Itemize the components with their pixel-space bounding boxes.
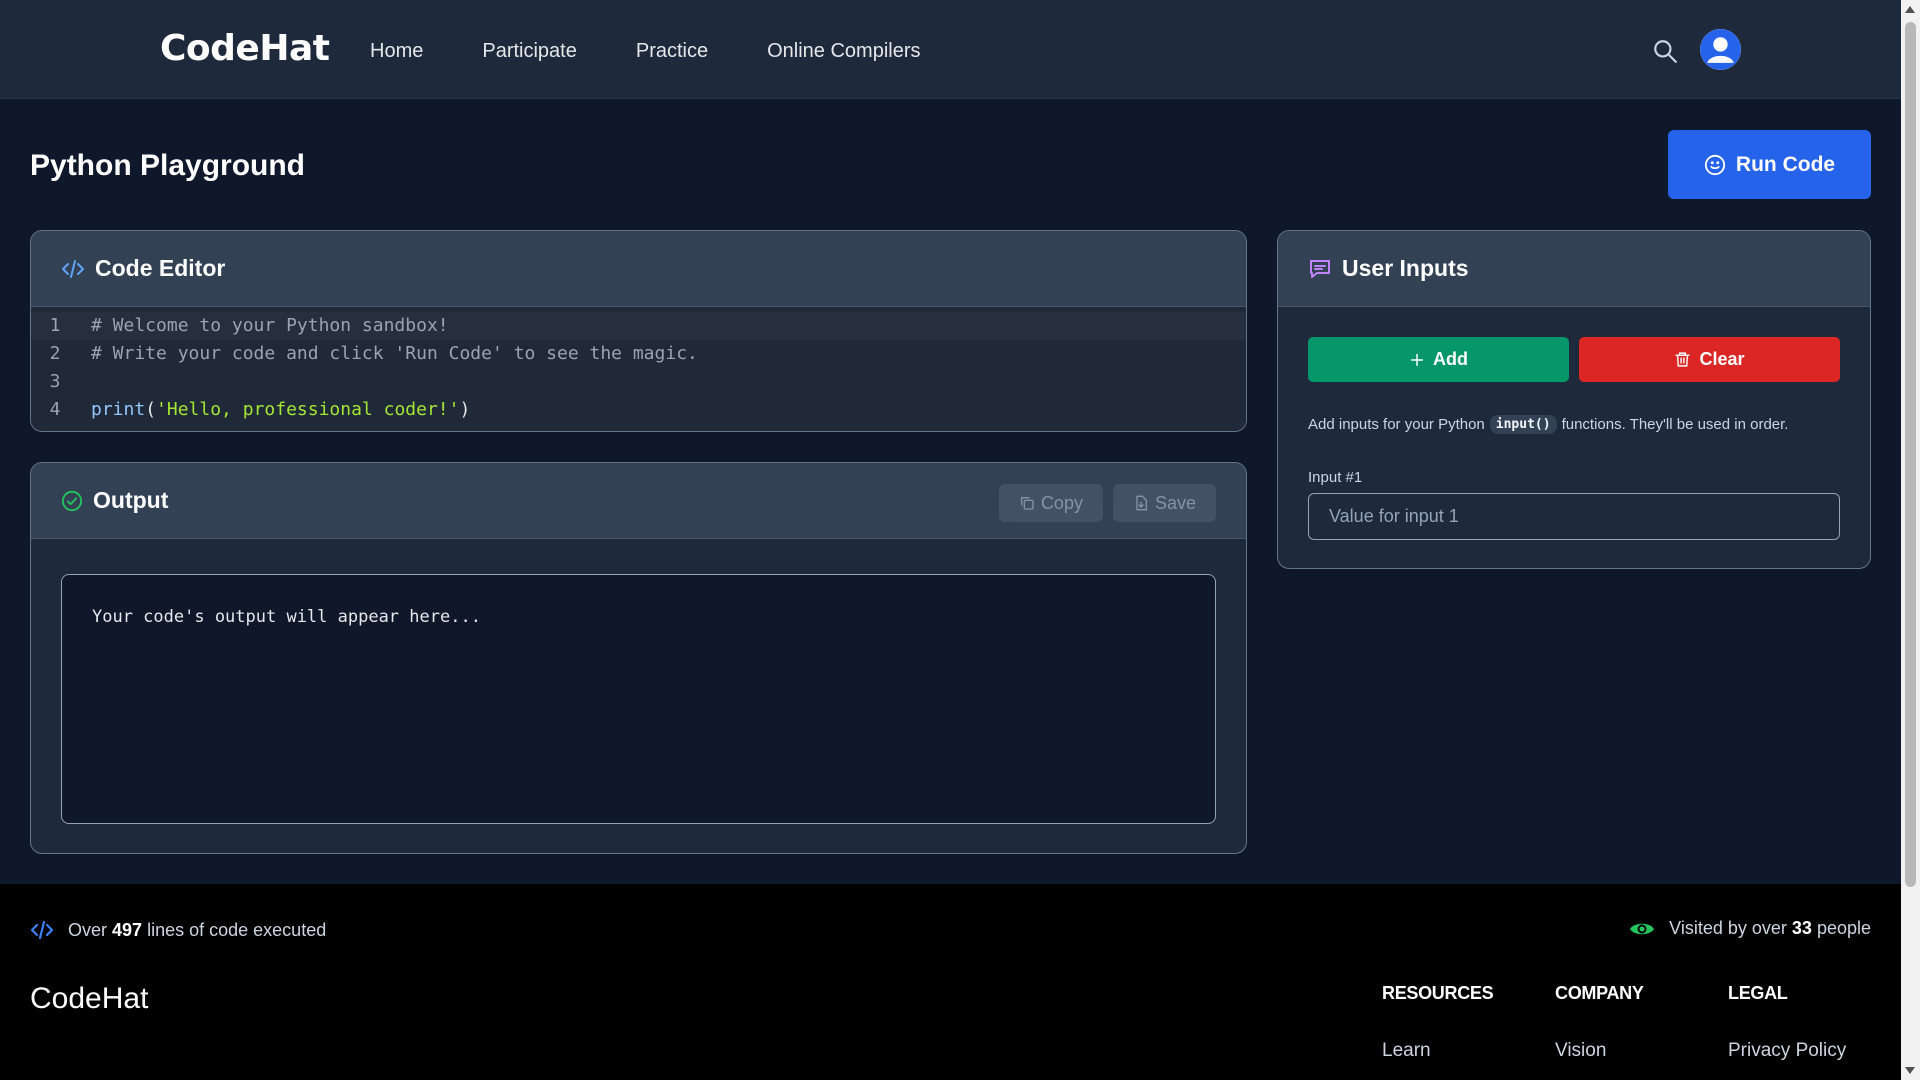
code-text: print('Hello, professional coder!') [79,396,470,424]
code-function: print [91,399,146,420]
copy-label: Copy [1040,492,1083,513]
code-icon [30,920,54,940]
scroll-down-arrow-icon[interactable] [1905,1067,1915,1074]
nav-online-compilers[interactable]: Online Compilers [767,40,920,63]
code-editor-header: Code Editor [31,231,1246,307]
help-inline-code: input() [1489,415,1557,434]
footer-link-privacy-policy[interactable]: Privacy Policy [1728,1040,1846,1062]
run-code-button[interactable]: Run Code [1668,130,1871,199]
code-line: 4 print('Hello, professional coder!') [31,396,1246,424]
save-button[interactable]: Save [1112,484,1216,522]
copy-icon [1020,497,1034,510]
stat-right-post: people [1816,918,1871,938]
stat-left-number: 497 [112,919,143,940]
output-placeholder: Your code's output will appear here... [92,607,481,627]
search-icon[interactable] [1652,38,1678,64]
scroll-up-arrow-icon[interactable] [1905,6,1915,13]
plus-icon [1410,353,1424,366]
page-scrollbar[interactable] [1901,0,1920,1080]
stat-left-text: Over 497 lines of code executed [68,920,326,941]
user-inputs-title: User Inputs [1342,255,1469,281]
footer-link-vision[interactable]: Vision [1555,1040,1644,1062]
code-text: # Welcome to your Python sandbox! [91,315,449,336]
line-number: 2 [49,343,61,364]
stat-left-pre: Over [68,919,108,940]
footer-heading: LEGAL [1728,983,1788,1003]
footer-heading: RESOURCES [1382,983,1494,1003]
line-number: 4 [49,399,61,420]
stat-right-number: 33 [1791,918,1812,938]
code-paren-open: ( [145,399,157,420]
code-editor-card: Code Editor 1 # Welcome to your Python s… [30,230,1247,432]
code-line: 2 # Write your code and click 'Run Code'… [31,340,1246,368]
footer-brand[interactable]: CodeHat [30,982,148,1016]
visitors-stat: Visited by over 33 people [1629,918,1871,939]
footer-col-legal: LEGAL Privacy Policy [1728,983,1846,1062]
line-number: 3 [49,371,61,392]
clear-inputs-button[interactable]: Clear [1579,337,1840,382]
code-string: 'Hello, professional coder!' [156,399,460,420]
input-1-label: Input #1 [1308,469,1363,486]
page-title: Python Playground [30,149,306,182]
trash-icon [1675,352,1691,367]
help-text-after: functions. They'll be used in order. [1561,416,1789,433]
footer-col-company: COMPANY Vision [1555,983,1644,1062]
add-label: Add [1433,349,1468,369]
output-title: Output [93,487,169,513]
code-editor-title: Code Editor [95,255,226,281]
code-icon [62,259,84,278]
output-actions: Copy Save [998,484,1216,522]
brand-logo[interactable]: CodeHat [160,28,330,69]
code-line: 1 # Welcome to your Python sandbox! [31,312,1246,340]
input-1-field[interactable] [1308,493,1840,540]
footer-col-resources: RESOURCES Learn [1382,983,1494,1062]
clear-label: Clear [1699,349,1745,369]
top-navbar: CodeHat Home Participate Practice Online… [0,0,1901,99]
footer-heading: COMPANY [1555,983,1644,1003]
output-header: Output Copy Save [31,463,1246,539]
add-input-button[interactable]: Add [1308,337,1569,382]
stat-right-text: Visited by over 33 people [1669,918,1871,939]
file-save-icon [1136,495,1147,511]
copy-button[interactable]: Copy [998,484,1103,522]
footer-link-learn[interactable]: Learn [1382,1040,1493,1062]
nav-home[interactable]: Home [370,40,423,63]
stat-right-pre: Visited by over [1669,918,1787,938]
message-square-icon [1310,259,1330,278]
user-avatar-icon[interactable] [1700,29,1741,70]
stat-left-post: lines of code executed [147,919,327,940]
output-card: Output Copy Save Your code's output will… [30,462,1247,854]
code-paren-close: ) [459,399,471,420]
inputs-help-text: Add inputs for your Python input() funct… [1308,415,1788,434]
lines-executed-stat: Over 497 lines of code executed [30,918,326,942]
line-number: 1 [49,315,61,336]
code-line: 3 [31,368,1246,396]
output-console: Your code's output will appear here... [61,574,1216,824]
page: CodeHat Home Participate Practice Online… [0,0,1901,1080]
scroll-thumb[interactable] [1905,22,1916,887]
main-nav: Home Participate Practice Online Compile… [370,40,980,63]
check-circle-icon [61,490,83,511]
eye-icon [1630,923,1655,934]
input-actions: Add Clear [1308,337,1840,382]
help-text-before: Add inputs for your Python [1308,416,1485,433]
user-inputs-card: User Inputs Add Clear Add inputs for you… [1277,230,1871,569]
user-inputs-header: User Inputs [1278,231,1870,307]
nav-practice[interactable]: Practice [636,40,708,63]
run-code-label: Run Code [1735,152,1836,176]
save-label: Save [1154,492,1196,513]
smiley-icon [1704,154,1726,175]
footer: Over 497 lines of code executed Visited … [0,884,1901,1080]
nav-participate[interactable]: Participate [482,40,577,63]
code-editor-textarea[interactable]: 1 # Welcome to your Python sandbox! 2 # … [31,307,1246,431]
code-text: # Write your code and click 'Run Code' t… [91,343,698,364]
